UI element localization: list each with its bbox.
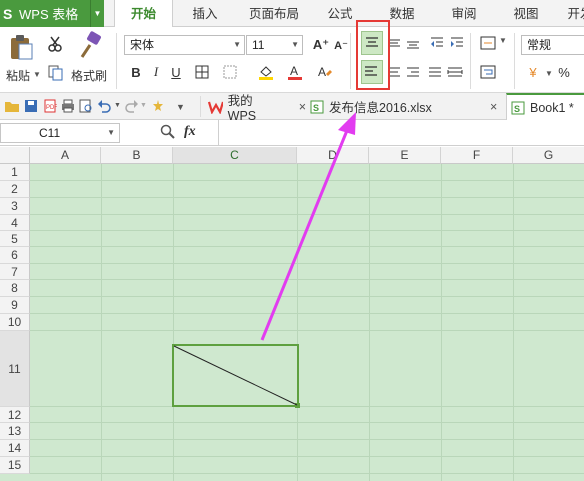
annotation-arrow (260, 112, 356, 341)
